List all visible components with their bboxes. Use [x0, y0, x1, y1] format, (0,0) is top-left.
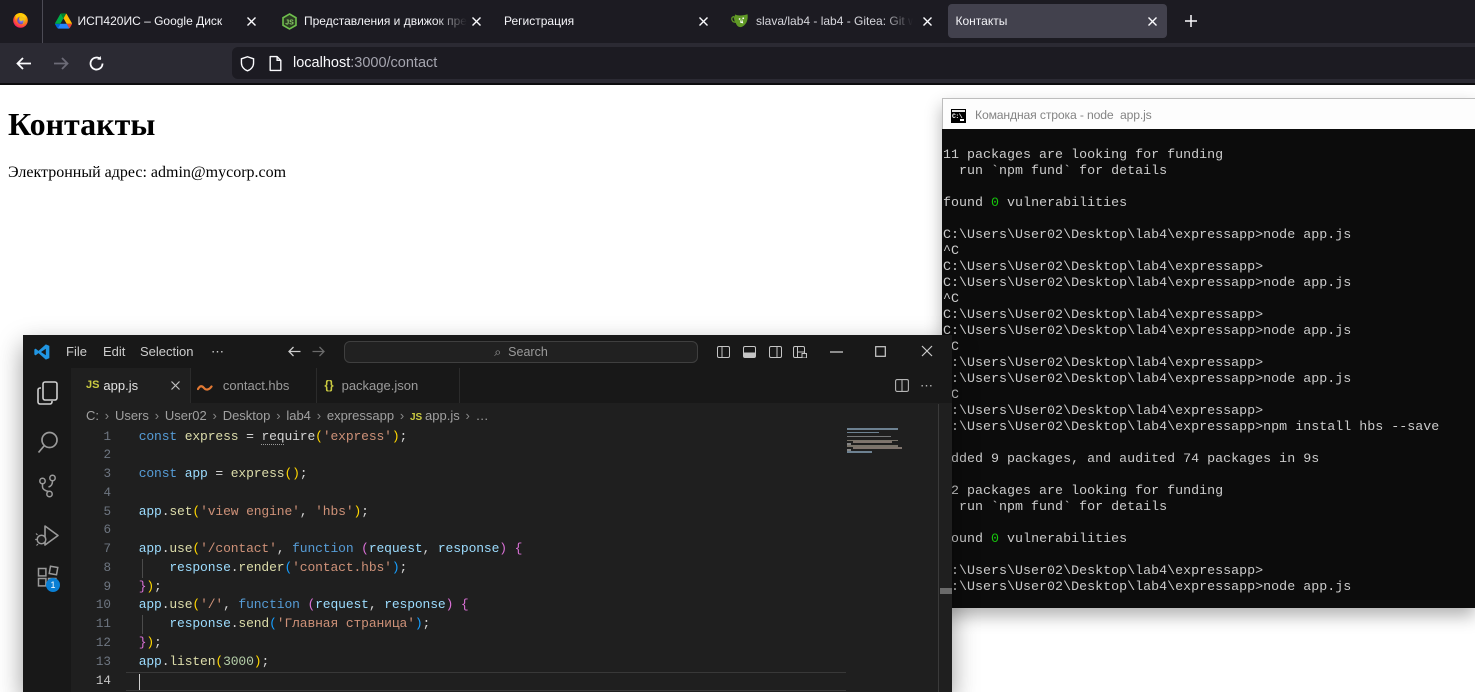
svg-text:JS: JS [285, 20, 294, 27]
